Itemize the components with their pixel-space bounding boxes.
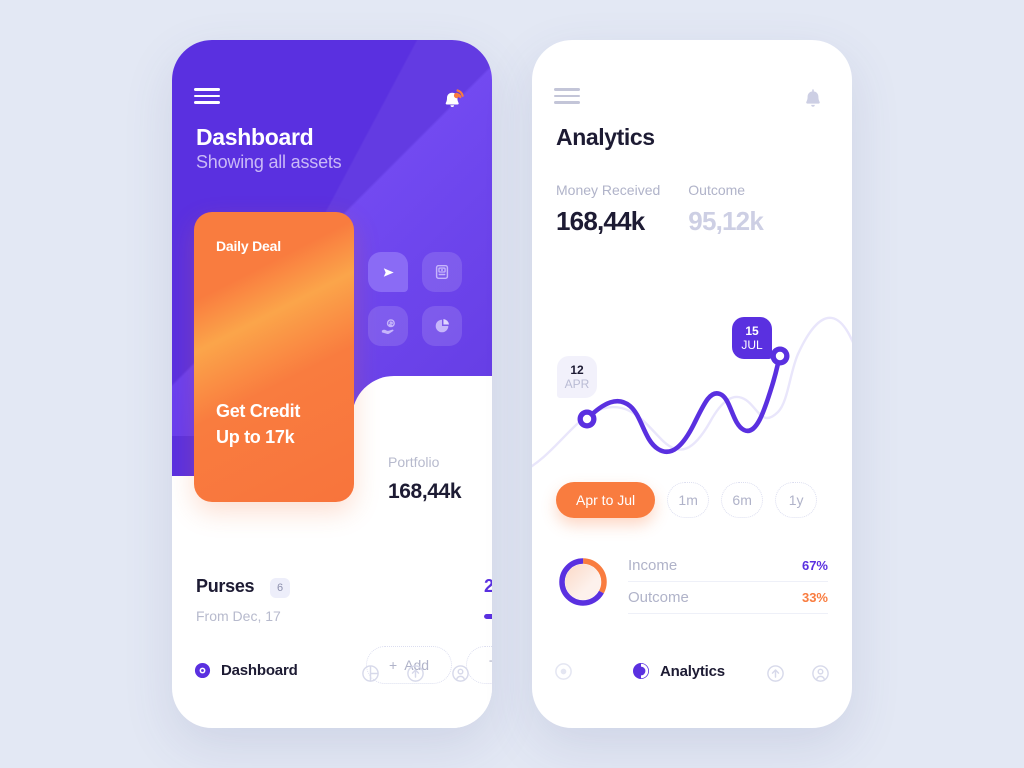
dashboard-topbar [172, 62, 492, 108]
withdraw-action-button[interactable] [422, 252, 462, 292]
outcome-label: Outcome [688, 182, 746, 198]
analytics-topbar [532, 62, 852, 107]
purses-progress-fill [484, 614, 492, 619]
page-subtitle: Showing all assets [196, 152, 342, 172]
purses-from-date: From Dec, 17 [196, 608, 281, 624]
legend-outcome-percent: 33% [801, 590, 828, 605]
outcome-stat: Outcome 95,12k [688, 182, 764, 237]
nav-item-dashboard-label: Dashboard [221, 662, 298, 679]
atm-machine-icon [435, 264, 449, 280]
income-outcome-legend: Income 67% Outcome 33% [556, 550, 828, 614]
notification-bell-icon[interactable] [798, 84, 828, 114]
period-1m[interactable]: 1m [667, 482, 710, 518]
hand-money-icon [381, 318, 395, 334]
page-title: Dashboard [196, 124, 314, 150]
period-apr-to-jul[interactable]: Apr to Jul [556, 482, 656, 518]
analytics-nav-icons [766, 664, 830, 688]
pie-chart-icon[interactable] [361, 664, 380, 688]
money-received-label: Money Received [556, 182, 661, 198]
analytics-pie-icon [633, 663, 649, 679]
legend-outcome-label: Outcome [628, 589, 689, 606]
chart-marker-start[interactable]: 12 APR [557, 356, 597, 398]
outcome-value: 95,12k [688, 206, 764, 236]
legend-row-income: Income 67% [628, 550, 828, 581]
user-circle-icon[interactable] [451, 664, 470, 688]
portfolio-label: Portfolio [388, 454, 440, 470]
dashboard-circle-icon [555, 663, 572, 680]
daily-deal-headline: Get Credit Up to 17k [216, 398, 300, 450]
legend-row-outcome: Outcome 33% [628, 581, 828, 614]
notification-bell-icon[interactable] [438, 84, 468, 114]
legend-rows: Income 67% Outcome 33% [628, 550, 828, 614]
quick-actions [368, 252, 462, 346]
portfolio-value: 168,44k [388, 480, 462, 503]
analytics-phone: Analytics Money Received 168,44k Outcome… [532, 40, 852, 728]
chart-marker-end[interactable]: 15 JUL [732, 317, 772, 359]
send-paper-plane-icon [383, 267, 394, 277]
nav-item-dashboard[interactable]: Dashboard [194, 662, 298, 679]
nav-item-dashboard[interactable] [554, 662, 573, 681]
arrow-up-circle-icon[interactable] [406, 664, 425, 688]
hamburger-menu-icon[interactable] [554, 88, 580, 104]
pie-chart-icon [435, 318, 450, 333]
stats-action-button[interactable] [422, 306, 462, 346]
arrow-up-circle-icon[interactable] [766, 664, 785, 688]
purses-amount: 20,1k [484, 576, 492, 596]
purses-progress-bar [484, 614, 492, 619]
nav-item-analytics-label: Analytics [660, 662, 725, 680]
dashboard-bottom-nav: Dashboard [172, 662, 492, 696]
daily-deal-headline-line2: Up to 17k [216, 427, 295, 447]
chart-marker-end-month: JUL [741, 337, 763, 352]
period-1y[interactable]: 1y [775, 482, 818, 518]
analytics-stats: Money Received 168,44k Outcome 95,12k [556, 182, 764, 237]
period-6m[interactable]: 6m [721, 482, 764, 518]
dashboard-circle-icon [194, 662, 211, 679]
send-action-button[interactable] [368, 252, 408, 292]
money-received-value: 168,44k [556, 206, 645, 236]
app-canvas: Dashboard Showing all assets Daily Deal … [0, 0, 1024, 768]
user-circle-icon[interactable] [811, 664, 830, 688]
daily-deal-headline-line1: Get Credit [216, 401, 301, 421]
page-title: Analytics [556, 124, 655, 150]
dashboard-nav-icons [361, 664, 470, 688]
loan-action-button[interactable] [368, 306, 408, 346]
dashboard-phone: Dashboard Showing all assets Daily Deal … [172, 40, 492, 728]
hamburger-menu-icon[interactable] [194, 88, 220, 104]
purses-count-badge: 6 [270, 578, 290, 598]
daily-deal-card[interactable]: Daily Deal Get Credit Up to 17k [194, 212, 354, 502]
legend-income-label: Income [628, 557, 678, 574]
legend-income-percent: 67% [801, 558, 828, 573]
donut-chart-icon [559, 558, 607, 606]
chart-marker-end-day: 15 [745, 323, 759, 338]
period-filter-group: Apr to Jul 1m 6m 1y [556, 482, 818, 518]
analytics-bottom-nav: Analytics [532, 662, 852, 696]
money-received-stat: Money Received 168,44k [556, 182, 660, 237]
chart-marker-start-day: 12 [570, 362, 584, 377]
purses-label: Purses [196, 576, 255, 596]
daily-deal-title: Daily Deal [216, 238, 281, 254]
chart-marker-start-month: APR [564, 376, 590, 391]
nav-item-analytics[interactable]: Analytics [632, 662, 725, 680]
